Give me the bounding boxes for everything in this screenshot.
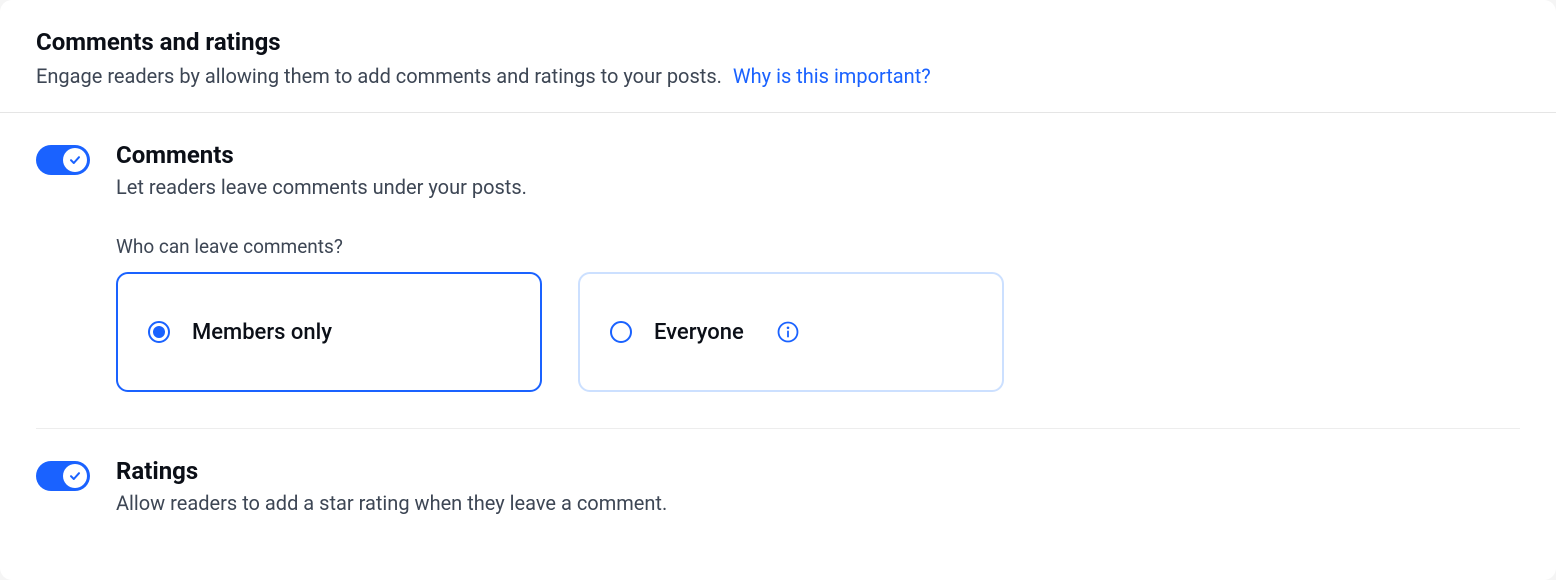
panel-title: Comments and ratings	[36, 28, 1520, 56]
ratings-section: Ratings Allow readers to add a star rati…	[36, 428, 1520, 543]
comments-desc: Let readers leave comments under your po…	[116, 175, 1520, 199]
who-can-comment-block: Who can leave comments? Members only Eve…	[116, 235, 1520, 428]
option-everyone[interactable]: Everyone	[578, 272, 1004, 392]
ratings-body: Ratings Allow readers to add a star rati…	[116, 457, 1520, 515]
ratings-title: Ratings	[116, 457, 1520, 485]
radio-icon	[148, 321, 170, 343]
panel-subtitle-row: Engage readers by allowing them to add c…	[36, 64, 1520, 88]
check-icon	[69, 154, 81, 166]
comments-body: Comments Let readers leave comments unde…	[116, 141, 1520, 428]
panel-subtitle: Engage readers by allowing them to add c…	[36, 64, 722, 88]
check-icon	[69, 470, 81, 482]
comments-ratings-panel: Comments and ratings Engage readers by a…	[0, 0, 1556, 580]
option-members-only[interactable]: Members only	[116, 272, 542, 392]
who-can-comment-label: Who can leave comments?	[116, 235, 1520, 258]
info-icon[interactable]	[776, 320, 800, 344]
why-important-link[interactable]: Why is this important?	[733, 64, 931, 88]
panel-header: Comments and ratings Engage readers by a…	[0, 0, 1556, 113]
radio-icon	[610, 321, 632, 343]
comments-section: Comments Let readers leave comments unde…	[0, 113, 1556, 428]
comments-title: Comments	[116, 141, 1520, 169]
toggle-knob	[63, 464, 87, 488]
toggle-knob	[63, 148, 87, 172]
comments-toggle[interactable]	[36, 145, 90, 175]
ratings-toggle[interactable]	[36, 461, 90, 491]
who-can-comment-options: Members only Everyone	[116, 272, 1520, 392]
option-members-only-label: Members only	[192, 320, 332, 345]
ratings-desc: Allow readers to add a star rating when …	[116, 491, 1520, 515]
option-everyone-label: Everyone	[654, 320, 744, 345]
